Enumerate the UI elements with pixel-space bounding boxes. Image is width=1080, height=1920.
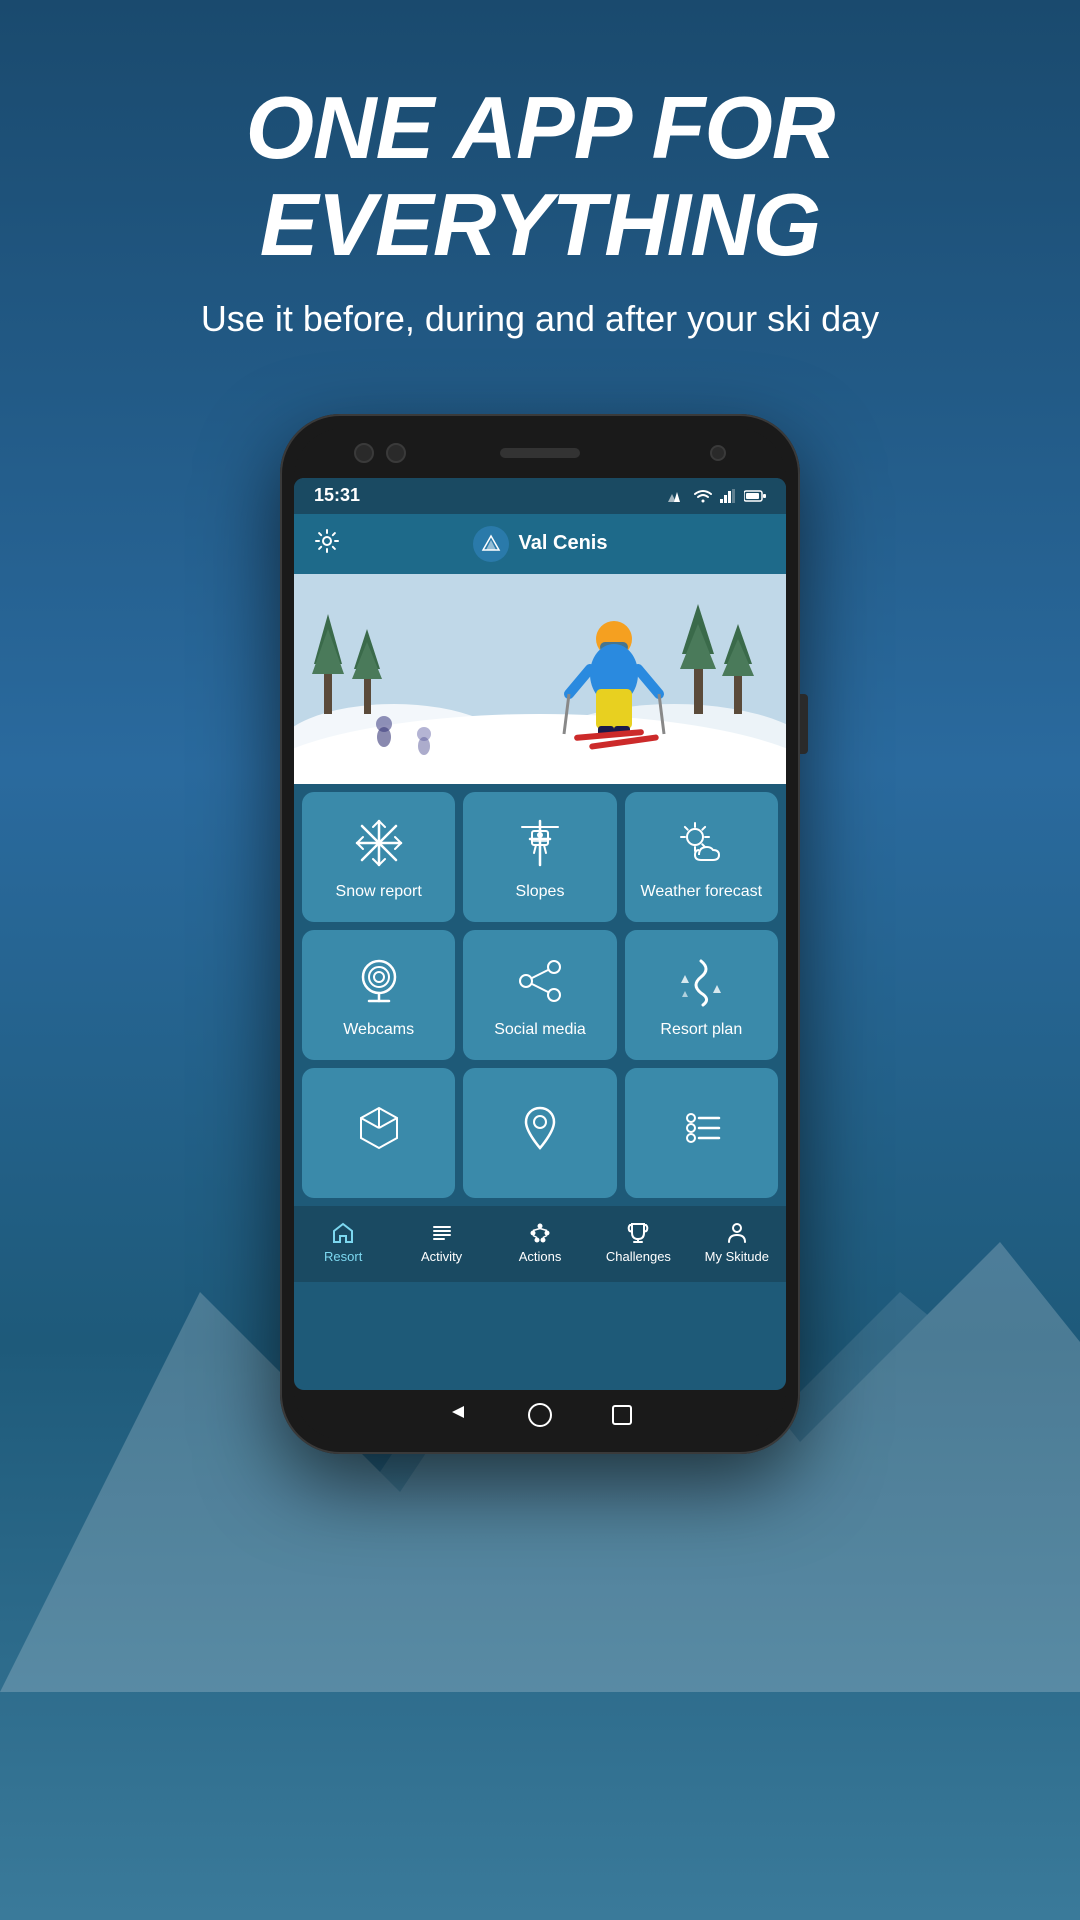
cube-icon: [353, 1102, 405, 1154]
location-pin-icon: [514, 1102, 566, 1154]
resort-nav-label: Resort: [324, 1249, 362, 1264]
actions-nav-label: Actions: [519, 1249, 562, 1264]
home-button[interactable]: [528, 1403, 552, 1427]
phone-mockup: 15:31: [0, 414, 1080, 1454]
resort-plan-label: Resort plan: [660, 1021, 742, 1039]
menu-item-slopes[interactable]: Slopes: [463, 792, 616, 922]
settings-icon: [314, 528, 340, 554]
share-icon: [514, 955, 566, 1007]
menu-item-checklist[interactable]: [625, 1068, 778, 1198]
webcam-icon: [353, 955, 405, 1007]
activity-icon: [430, 1221, 454, 1245]
menu-item-social[interactable]: Social media: [463, 930, 616, 1060]
challenges-nav-label: Challenges: [606, 1249, 671, 1264]
slopes-label: Slopes: [516, 883, 565, 901]
wifi-icon: [694, 489, 712, 503]
menu-item-box[interactable]: [302, 1068, 455, 1198]
checklist-icon: [675, 1102, 727, 1154]
phone-bottom-bar: [294, 1390, 786, 1440]
nav-my-skitude[interactable]: My Skitude: [688, 1221, 786, 1264]
camera-lens-2: [386, 443, 406, 463]
main-title: ONE APP FOR EVERYTHING: [0, 80, 1080, 274]
status-icons: [668, 488, 766, 504]
menu-item-webcams[interactable]: Webcams: [302, 930, 455, 1060]
menu-grid: Snow report: [294, 784, 786, 1206]
resort-name: Val Cenis: [519, 532, 608, 555]
app-logo: [473, 526, 509, 562]
snow-report-label: Snow report: [336, 883, 422, 901]
subtitle: Use it before, during and after your ski…: [0, 294, 1080, 344]
chairlift-icon: [514, 817, 566, 869]
status-time: 15:31: [314, 485, 360, 506]
nav-actions[interactable]: Actions: [491, 1221, 589, 1264]
bottom-nav: Resort Activity: [294, 1206, 786, 1282]
back-arrow-icon: [448, 1402, 468, 1422]
resort-logo-icon: [479, 532, 503, 556]
header-section: ONE APP FOR EVERYTHING Use it before, du…: [0, 0, 1080, 384]
front-camera: [710, 445, 726, 461]
recent-apps-button[interactable]: [612, 1405, 632, 1425]
activity-nav-label: Activity: [421, 1249, 462, 1264]
weather-forecast-label: Weather forecast: [641, 883, 763, 901]
menu-item-location[interactable]: [463, 1068, 616, 1198]
social-media-label: Social media: [494, 1021, 586, 1039]
signal-icon: [668, 488, 686, 504]
actions-icon: [528, 1221, 552, 1245]
weather-icon: [675, 817, 727, 869]
nav-activity[interactable]: Activity: [392, 1221, 490, 1264]
webcams-label: Webcams: [343, 1021, 414, 1039]
camera-lens-1: [354, 443, 374, 463]
settings-button[interactable]: [314, 528, 340, 559]
phone-top-bar: [294, 428, 786, 478]
phone-screen: 15:31: [294, 478, 786, 1390]
snowflake-icon: [353, 817, 405, 869]
status-bar: 15:31: [294, 478, 786, 514]
hero-image: [294, 574, 786, 784]
app-header: Val Cenis: [294, 514, 786, 574]
nav-resort[interactable]: Resort: [294, 1221, 392, 1264]
person-icon: [725, 1221, 749, 1245]
app-logo-area: Val Cenis: [340, 526, 740, 562]
menu-item-resort-plan[interactable]: Resort plan: [625, 930, 778, 1060]
menu-item-snow-report[interactable]: Snow report: [302, 792, 455, 922]
back-button[interactable]: [448, 1402, 468, 1427]
nav-challenges[interactable]: Challenges: [589, 1221, 687, 1264]
menu-item-weather[interactable]: Weather forecast: [625, 792, 778, 922]
trophy-icon: [626, 1221, 650, 1245]
signal-bars-icon: [720, 489, 736, 503]
phone-speaker: [500, 448, 580, 458]
front-cameras: [354, 443, 406, 463]
phone-frame: 15:31: [280, 414, 800, 1454]
home-icon: [331, 1221, 355, 1245]
resort-plan-icon: [675, 955, 727, 1007]
hero-ski-scene: [294, 574, 786, 784]
side-button: [800, 694, 808, 754]
battery-icon: [744, 490, 766, 502]
my-skitude-nav-label: My Skitude: [705, 1249, 769, 1264]
